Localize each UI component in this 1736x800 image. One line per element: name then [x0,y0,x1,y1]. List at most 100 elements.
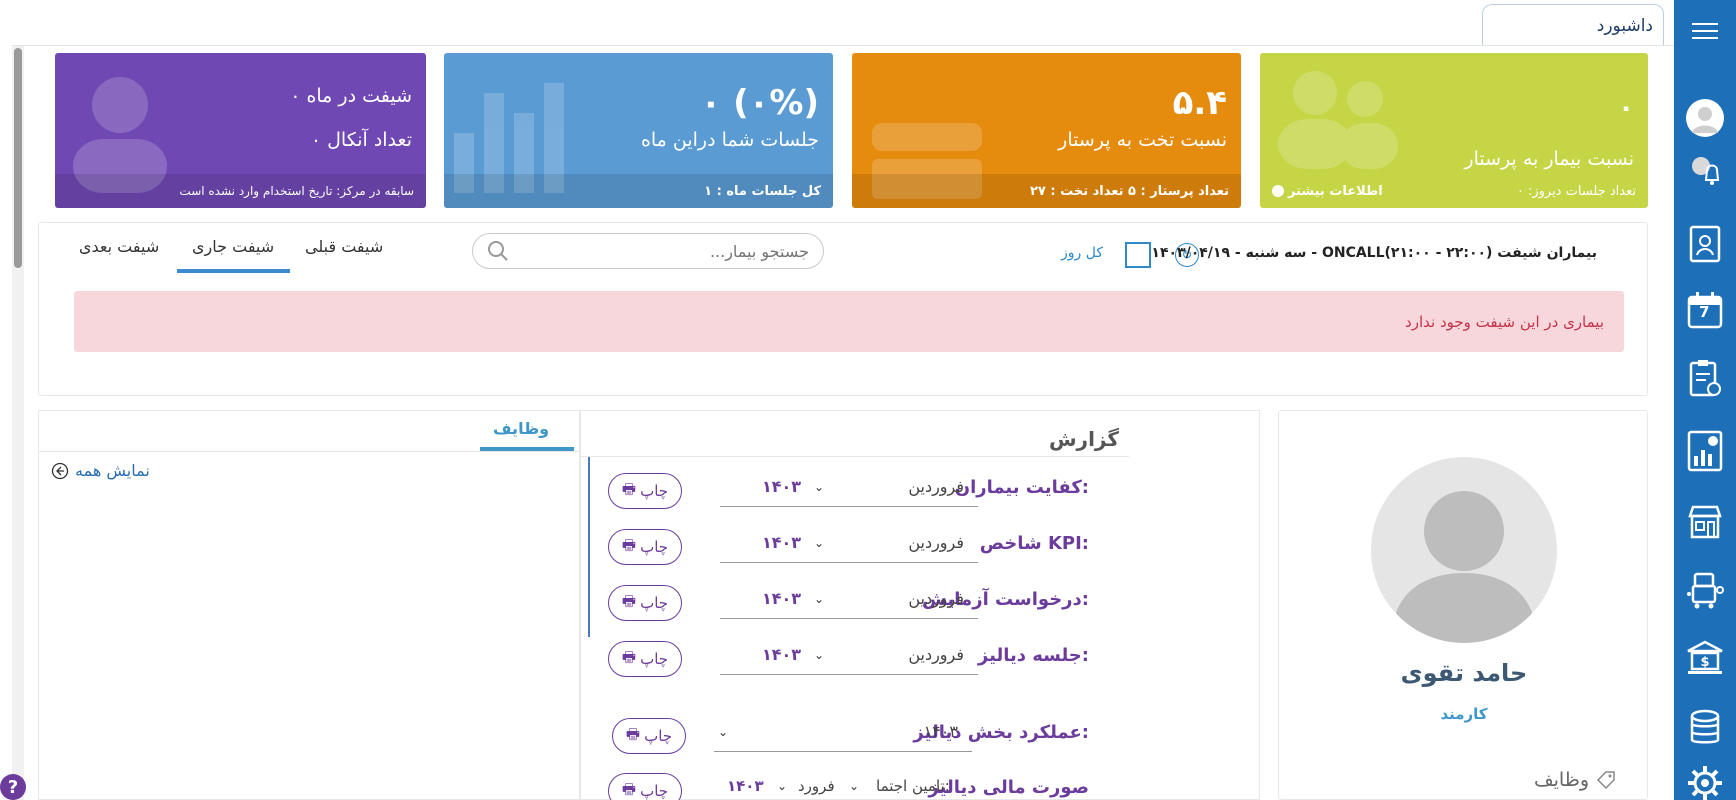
all-day-label: کل روز [1061,245,1103,261]
year-value: ۱۴۰۳ [923,722,958,741]
report-row: کفایت بیماران: فروردین ⌄ ۱۴۰۳ 🖶 چاپ [581,471,1261,511]
tag-icon [1596,771,1615,790]
report-chart-icon[interactable] [1674,428,1736,474]
printer-icon: 🖶 [621,591,637,610]
tab-current-shift[interactable]: شیفت جاری [192,237,274,256]
calendar-day: 7 [1699,303,1710,321]
report-row-label: شاخص KPI: [979,533,1089,554]
oncall-count: ۰ تعداد آنکال [310,129,412,151]
notification-bell-icon[interactable] [1674,150,1736,190]
report-row: درخواست آزمایش: فروردین ⌄ ۱۴۰۳ 🖶 چاپ [581,583,1261,623]
printer-icon: 🖶 [621,479,637,498]
tab-dashboard-label: داشبورد [1596,15,1653,36]
print-label: چاپ [640,782,669,800]
report-row-dept: عملکرد بخش دیالیز: ۱۴۰۳ ⌄ 🖶 چاپ [581,716,1261,756]
patient-search[interactable] [472,233,824,269]
month-value: فروردین [908,477,964,496]
id-card-icon[interactable] [1674,222,1736,266]
print-label: چاپ [640,594,669,612]
finance-year[interactable]: ۱۴۰۳ [727,777,764,795]
tab-dashboard[interactable]: داشبورد [1482,4,1664,46]
bank-dollar-icon[interactable]: $ [1674,636,1736,680]
bed-ratio-title: نسبت تخت به پرستار [1058,129,1227,151]
finance-month[interactable]: فرورد [798,777,835,795]
chevron-down-icon: ⌄ [718,725,729,739]
yesterday-sessions: تعداد جلسات دیروز: ۰ [1516,183,1636,199]
report-row: جلسه دیالیز: فروردین ⌄ ۱۴۰۳ 🖶 چاپ [581,639,1261,679]
print-button[interactable]: 🖶 چاپ [608,773,682,800]
card-patient-nurse-ratio: ۰ نسبت بیمار به پرستار اطلاعات بیشتر تعد… [1260,53,1648,208]
empty-message: بیماری در این شیفت وجود ندارد [1405,312,1604,331]
finance-source[interactable]: تامین اجتما: [876,777,950,795]
user-avatar[interactable] [1674,96,1736,140]
settings-icon[interactable] [1674,766,1736,800]
more-info-link[interactable]: اطلاعات بیشتر [1272,184,1383,199]
clipboard-clock-icon[interactable] [1674,356,1736,400]
top-divider [12,45,1736,46]
card-bed-nurse-ratio: ۵.۴ نسبت تخت به پرستار تعداد پرستار : ۵ … [852,53,1241,208]
profile-tasks-link[interactable]: وظایف [1534,769,1617,791]
users-group-icon [1278,71,1398,169]
active-tab-indicator [177,269,290,273]
month-year-select[interactable]: فروردین ⌄ ۱۴۰۳ [720,639,978,675]
print-label: چاپ [640,482,669,500]
avatar [1371,457,1557,643]
help-button[interactable]: ? [0,774,26,800]
print-label: چاپ [640,650,669,668]
year-value: ۱۴۰۳ [762,645,802,664]
tasks-panel: وظایف نمایش همه [38,410,580,800]
year-value: ۱۴۰۳ [762,477,802,496]
bed-ratio-footer: تعداد پرستار : ۵ تعداد تخت : ۲۷ [1029,183,1229,199]
sidebar: 7 $ [1674,0,1736,800]
seniority-footer: سابقه در مرکز: تاریخ استخدام وارد نشده ا… [179,184,414,198]
chevron-down-icon: ⌄ [849,779,860,793]
shifts-per-month: ۰ شیفت در ماه [290,85,412,107]
show-all-link[interactable]: نمایش همه [51,461,150,480]
tasks-divider [39,451,579,452]
chevron-down-icon: ⌄ [814,480,825,494]
print-button[interactable]: 🖶 چاپ [608,585,682,621]
chevron-down-icon: ⌄ [777,779,788,793]
print-label: چاپ [644,727,673,745]
shift-title: بیماران شیفت ONCALL(۲۱:۰۰ - ۲۲:۰۰) - سه … [1151,245,1597,261]
menu-icon[interactable] [1674,12,1736,50]
chevron-down-icon: ⌄ [814,536,825,550]
arrow-circle-icon [1272,185,1284,197]
print-button[interactable]: 🖶 چاپ [612,718,686,754]
search-input[interactable] [529,241,809,261]
empty-alert: بیماری در این شیفت وجود ندارد [74,291,1624,352]
month-year-select[interactable]: فروردین ⌄ ۱۴۰۳ [720,471,978,507]
store-icon[interactable] [1674,500,1736,544]
top-tab-bar: داشبورد [0,0,1674,46]
chevron-down-icon: ⌄ [814,592,825,606]
month-year-select[interactable]: فروردین ⌄ ۱۴۰۳ [720,527,978,563]
report-row-label: جلسه دیالیز: [977,645,1089,666]
profile-role: کارمند [1440,705,1488,723]
arrow-left-circle-icon [51,462,69,479]
print-button[interactable]: 🖶 چاپ [608,529,682,565]
dialysis-machine-icon[interactable] [1674,568,1736,612]
print-button[interactable]: 🖶 چاپ [608,473,682,509]
patients-panel: شیفت بعدی شیفت جاری شیفت قبلی کل روز ↻ ب… [38,222,1648,396]
help-label: ? [7,776,19,798]
calendar-icon[interactable]: 7 [1674,288,1736,332]
scrollbar-thumb[interactable] [14,48,22,268]
report-panel: گزارش کفایت بیماران: فروردین ⌄ ۱۴۰۳ 🖶 چا… [580,410,1260,800]
profile-card: حامد تقوی کارمند وظایف [1278,410,1648,800]
all-day-checkbox[interactable] [1125,242,1151,268]
tab-tasks[interactable]: وظایف [493,419,549,438]
database-icon[interactable] [1674,706,1736,750]
print-button[interactable]: 🖶 چاپ [608,641,682,677]
year-select[interactable]: ۱۴۰۳ ⌄ [714,716,972,752]
month-year-select[interactable]: فروردین ⌄ ۱۴۰۳ [720,583,978,619]
tab-prev-shift[interactable]: شیفت قبلی [305,237,383,256]
month-value: فروردین [908,533,964,552]
card-sessions: ۰ (۰%) جلسات شما دراین ماه کل جلسات ماه … [444,53,833,208]
more-info-label: اطلاعات بیشتر [1288,183,1383,199]
bed-ratio-value: ۵.۴ [1172,83,1227,123]
printer-icon: 🖶 [621,535,637,554]
patient-ratio-title: نسبت بیمار به پرستار [1464,148,1634,170]
month-value: فروردین [908,645,964,664]
sessions-title: جلسات شما دراین ماه [640,129,819,151]
tab-next-shift[interactable]: شیفت بعدی [79,237,159,256]
